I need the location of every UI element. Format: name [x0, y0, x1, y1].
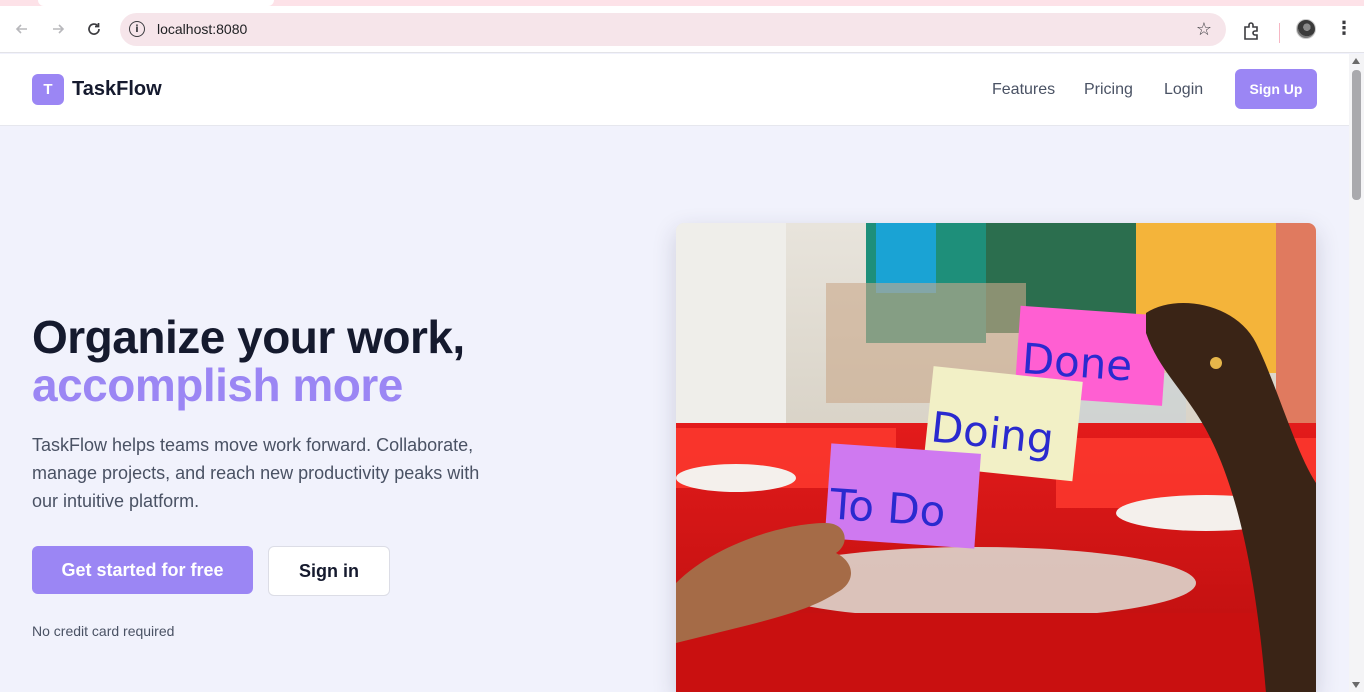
nav-features[interactable]: Features [992, 81, 1055, 99]
scroll-up-arrow-icon[interactable] [1352, 58, 1360, 64]
nav-pricing[interactable]: Pricing [1084, 81, 1133, 99]
site-header: T TaskFlow Features Pricing Login Sign U… [0, 54, 1349, 126]
no-credit-card-note: No credit card required [32, 623, 175, 639]
signup-button[interactable]: Sign Up [1235, 69, 1317, 109]
kebab-menu-icon[interactable]: ⋮ [1335, 18, 1353, 40]
url-text[interactable]: localhost:8080 [157, 21, 247, 37]
hero-photo: Done Doing To Do [676, 223, 1316, 692]
get-started-button[interactable]: Get started for free [32, 546, 253, 594]
note-todo: To Do [827, 479, 947, 536]
browser-toolbar: i localhost:8080 ☆ ⋮ [0, 6, 1364, 53]
address-bar[interactable]: i localhost:8080 ☆ [120, 13, 1226, 46]
back-button[interactable] [9, 16, 35, 42]
hero-description: TaskFlow helps teams move work forward. … [32, 435, 480, 511]
reload-button[interactable] [81, 16, 107, 42]
brand-name[interactable]: TaskFlow [72, 78, 162, 101]
arrow-left-icon [15, 24, 27, 34]
page-scrollbar[interactable] [1349, 54, 1364, 692]
logo-mark[interactable]: T [32, 74, 64, 105]
info-icon[interactable]: i [129, 21, 145, 37]
scroll-thumb[interactable] [1352, 70, 1361, 200]
hero-image: Done Doing To Do [676, 223, 1316, 692]
puzzle-icon[interactable] [1241, 20, 1263, 42]
sign-in-button[interactable]: Sign in [268, 546, 390, 596]
hero-title-line2: accomplish more [32, 359, 403, 411]
arrow-right-icon [53, 24, 65, 34]
forward-button[interactable] [45, 16, 71, 42]
star-icon[interactable]: ☆ [1196, 19, 1212, 40]
reload-icon [88, 23, 100, 35]
toolbar-divider [1279, 23, 1280, 43]
nav-login[interactable]: Login [1164, 81, 1203, 99]
hero-title-line1: Organize your work, [32, 311, 465, 363]
profile-avatar[interactable] [1296, 19, 1316, 39]
scroll-down-arrow-icon[interactable] [1352, 682, 1360, 688]
